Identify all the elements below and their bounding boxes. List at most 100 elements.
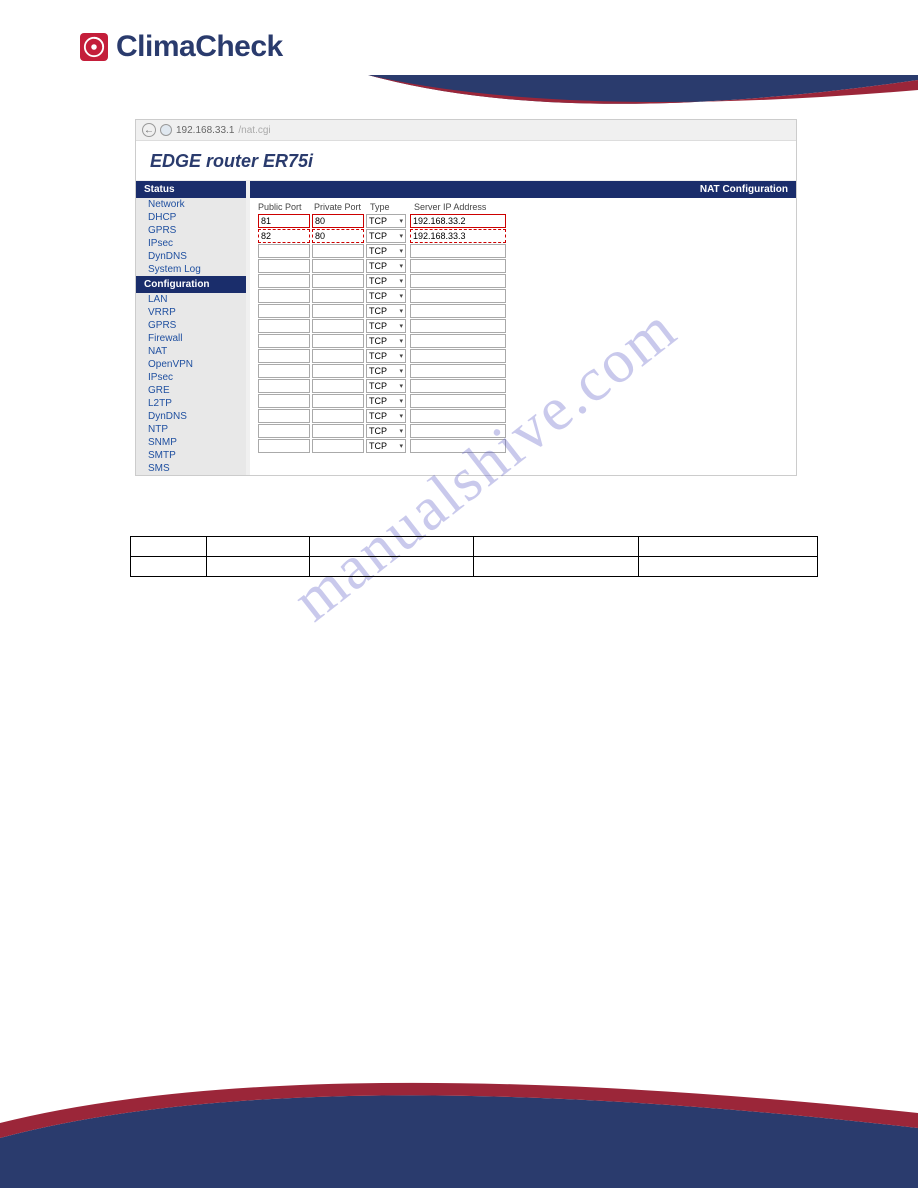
nat-row: TCP: [258, 379, 788, 393]
globe-icon: [160, 124, 172, 136]
private-port-input[interactable]: [312, 274, 364, 288]
private-port-input[interactable]: [312, 379, 364, 393]
type-select[interactable]: TCP: [366, 274, 406, 288]
sidebar-item[interactable]: LAN: [136, 293, 246, 306]
private-port-input[interactable]: [312, 304, 364, 318]
sidebar-item[interactable]: DynDNS: [136, 250, 246, 263]
type-select[interactable]: TCP: [366, 439, 406, 453]
type-select[interactable]: TCP: [366, 424, 406, 438]
sidebar-item[interactable]: Firewall: [136, 332, 246, 345]
server-ip-input[interactable]: [410, 334, 506, 348]
private-port-input[interactable]: [312, 319, 364, 333]
server-ip-input[interactable]: [410, 229, 506, 243]
sidebar-item[interactable]: VRRP: [136, 306, 246, 319]
router-page-title: EDGE router ER75i: [136, 141, 796, 181]
public-port-input[interactable]: [258, 319, 310, 333]
sidebar-item[interactable]: IPsec: [136, 237, 246, 250]
back-icon[interactable]: ←: [142, 123, 156, 137]
server-ip-input[interactable]: [410, 259, 506, 273]
type-select[interactable]: TCP: [366, 349, 406, 363]
sidebar-item[interactable]: GRE: [136, 384, 246, 397]
table-row: [131, 557, 818, 577]
sidebar-item[interactable]: System Log: [136, 263, 246, 276]
public-port-input[interactable]: [258, 214, 310, 228]
public-port-input[interactable]: [258, 229, 310, 243]
private-port-input[interactable]: [312, 334, 364, 348]
private-port-input[interactable]: [312, 439, 364, 453]
document-body: [130, 536, 818, 577]
private-port-input[interactable]: [312, 259, 364, 273]
type-select[interactable]: TCP: [366, 304, 406, 318]
public-port-input[interactable]: [258, 334, 310, 348]
private-port-input[interactable]: [312, 229, 364, 243]
private-port-input[interactable]: [312, 214, 364, 228]
server-ip-input[interactable]: [410, 409, 506, 423]
type-select[interactable]: TCP: [366, 244, 406, 258]
private-port-input[interactable]: [312, 409, 364, 423]
server-ip-input[interactable]: [410, 394, 506, 408]
type-select[interactable]: TCP: [366, 394, 406, 408]
server-ip-input[interactable]: [410, 424, 506, 438]
server-ip-input[interactable]: [410, 349, 506, 363]
server-ip-input[interactable]: [410, 379, 506, 393]
private-port-input[interactable]: [312, 394, 364, 408]
sidebar-item[interactable]: GPRS: [136, 224, 246, 237]
sidebar-item[interactable]: SNMP: [136, 436, 246, 449]
server-ip-input[interactable]: [410, 364, 506, 378]
sidebar-item[interactable]: IPsec: [136, 371, 246, 384]
type-select[interactable]: TCP: [366, 259, 406, 273]
nat-row: TCP: [258, 289, 788, 303]
sidebar-item[interactable]: SMS: [136, 462, 246, 475]
sidebar-item[interactable]: OpenVPN: [136, 358, 246, 371]
private-port-input[interactable]: [312, 289, 364, 303]
nat-row: TCP: [258, 319, 788, 333]
public-port-input[interactable]: [258, 274, 310, 288]
type-select[interactable]: TCP: [366, 229, 406, 243]
public-port-input[interactable]: [258, 289, 310, 303]
sidebar-item[interactable]: SMTP: [136, 449, 246, 462]
public-port-input[interactable]: [258, 259, 310, 273]
sidebar-item[interactable]: NTP: [136, 423, 246, 436]
public-port-input[interactable]: [258, 379, 310, 393]
private-port-input[interactable]: [312, 364, 364, 378]
private-port-input[interactable]: [312, 244, 364, 258]
sidebar-item[interactable]: L2TP: [136, 397, 246, 410]
col-private-port: Private Port: [314, 202, 370, 212]
type-select[interactable]: TCP: [366, 289, 406, 303]
nat-config-header: NAT Configuration: [250, 181, 796, 198]
type-select[interactable]: TCP: [366, 364, 406, 378]
nat-row: TCP: [258, 214, 788, 228]
table-row: [131, 537, 818, 557]
server-ip-input[interactable]: [410, 439, 506, 453]
public-port-input[interactable]: [258, 244, 310, 258]
server-ip-input[interactable]: [410, 244, 506, 258]
type-select[interactable]: TCP: [366, 319, 406, 333]
server-ip-input[interactable]: [410, 304, 506, 318]
type-select[interactable]: TCP: [366, 214, 406, 228]
private-port-input[interactable]: [312, 424, 364, 438]
server-ip-input[interactable]: [410, 214, 506, 228]
type-select[interactable]: TCP: [366, 334, 406, 348]
sidebar-item[interactable]: Network: [136, 198, 246, 211]
spec-table: [130, 536, 818, 577]
type-select[interactable]: TCP: [366, 409, 406, 423]
sidebar-item[interactable]: DHCP: [136, 211, 246, 224]
sidebar-item[interactable]: GPRS: [136, 319, 246, 332]
public-port-input[interactable]: [258, 394, 310, 408]
public-port-input[interactable]: [258, 349, 310, 363]
type-select[interactable]: TCP: [366, 379, 406, 393]
server-ip-input[interactable]: [410, 319, 506, 333]
public-port-input[interactable]: [258, 364, 310, 378]
public-port-input[interactable]: [258, 409, 310, 423]
url-host: 192.168.33.1: [176, 125, 234, 136]
public-port-input[interactable]: [258, 439, 310, 453]
server-ip-input[interactable]: [410, 274, 506, 288]
brand-name: ClimaCheck: [116, 30, 283, 64]
public-port-input[interactable]: [258, 424, 310, 438]
private-port-input[interactable]: [312, 349, 364, 363]
header-swoosh: [368, 75, 918, 135]
public-port-input[interactable]: [258, 304, 310, 318]
sidebar-item[interactable]: NAT: [136, 345, 246, 358]
sidebar-item[interactable]: DynDNS: [136, 410, 246, 423]
server-ip-input[interactable]: [410, 289, 506, 303]
